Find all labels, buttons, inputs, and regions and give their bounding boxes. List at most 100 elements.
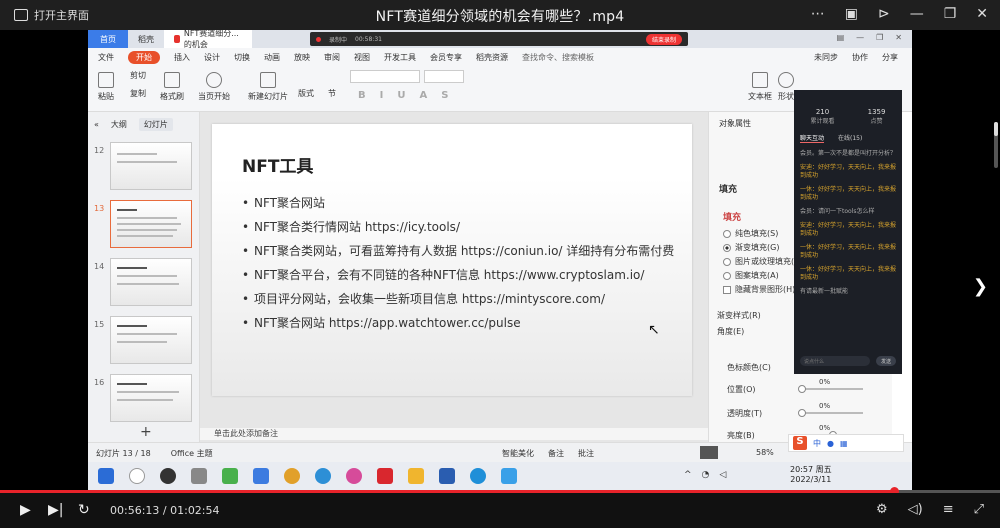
app-icon[interactable]: [253, 468, 269, 484]
underline-icon[interactable]: U: [397, 90, 405, 101]
share-button[interactable]: 分享: [882, 52, 898, 63]
fill-option-picture[interactable]: 图片或纹理填充(P): [723, 256, 802, 267]
section-button[interactable]: 节: [328, 88, 336, 99]
maximize-icon[interactable]: ❐: [944, 6, 957, 22]
slideshow-play-button[interactable]: [700, 446, 718, 459]
menu-design[interactable]: 设计: [204, 52, 220, 63]
windows-start-icon[interactable]: [98, 468, 114, 484]
app-icon[interactable]: [346, 468, 362, 484]
layout-button[interactable]: 版式: [298, 88, 314, 99]
menu-developer[interactable]: 开发工具: [384, 52, 416, 63]
tab-docer[interactable]: 稻壳: [128, 30, 164, 48]
menu-view[interactable]: 视图: [354, 52, 370, 63]
chrome-icon[interactable]: [284, 468, 300, 484]
volume-icon[interactable]: ◁): [908, 502, 923, 517]
add-slide-icon[interactable]: +: [140, 424, 152, 440]
collapse-icon[interactable]: «: [94, 120, 99, 129]
chat-input[interactable]: 说点什么: [800, 356, 870, 366]
notes-area[interactable]: 单击此处添加备注: [200, 428, 708, 440]
tab-chat[interactable]: 聊天互动: [800, 133, 825, 143]
folder-icon[interactable]: [408, 468, 424, 484]
format-painter-button[interactable]: 格式刷: [160, 72, 184, 102]
ime-mode[interactable]: 中: [813, 438, 821, 449]
chevron-right-icon[interactable]: ❯: [973, 276, 988, 297]
new-slide-button[interactable]: 新建幻灯片: [248, 72, 288, 102]
slide-thumbnail[interactable]: 12: [94, 142, 194, 192]
font-color-icon[interactable]: A: [419, 90, 427, 101]
copy-button[interactable]: 复制: [130, 88, 146, 99]
hide-background-checkbox[interactable]: 隐藏背景图形(H): [723, 284, 795, 295]
tab-document[interactable]: NFT赛道细分...的机会: [164, 30, 252, 49]
menu-slideshow[interactable]: 放映: [294, 52, 310, 63]
restore-icon[interactable]: ❐: [876, 33, 883, 42]
app-icon[interactable]: [439, 468, 455, 484]
slide-bullet-list[interactable]: NFT聚合网站 NFT聚合类行情网站 https://icy.tools/ NF…: [242, 194, 682, 338]
settings-icon[interactable]: ⚙: [876, 502, 888, 517]
notes-toggle-button[interactable]: 备注: [548, 448, 564, 459]
pin-icon[interactable]: ⊳: [878, 6, 890, 22]
keyboard-icon[interactable]: ▦: [840, 439, 848, 448]
video-frame[interactable]: 首页 稻壳 NFT赛道细分...的机会 录制中 00:58:31 结束录制 ▤ …: [88, 30, 912, 490]
current-slide[interactable]: NFT工具 NFT聚合网站 NFT聚合类行情网站 https://icy.too…: [212, 124, 692, 396]
font-size-select[interactable]: [424, 70, 464, 83]
playlist-icon[interactable]: ≡: [943, 502, 954, 517]
menu-insert[interactable]: 插入: [174, 52, 190, 63]
strikethrough-icon[interactable]: S: [441, 90, 448, 101]
app-icon[interactable]: [470, 468, 486, 484]
collaborate-button[interactable]: 协作: [852, 52, 868, 63]
menu-file[interactable]: 文件: [98, 52, 114, 63]
taskbar-clock[interactable]: 20:57 周五 2022/3/11: [790, 465, 832, 485]
app-icon[interactable]: [501, 468, 517, 484]
send-button[interactable]: 发送: [876, 356, 896, 366]
tab-slides[interactable]: 幻灯片: [138, 118, 173, 131]
transparency-slider[interactable]: [798, 409, 863, 417]
end-recording-button[interactable]: 结束录制: [645, 33, 682, 45]
menu-transition[interactable]: 切换: [234, 52, 250, 63]
network-icon[interactable]: ◔: [702, 470, 710, 480]
app-icon[interactable]: [222, 468, 238, 484]
smart-beautify-button[interactable]: 智能美化: [502, 448, 534, 459]
paste-button[interactable]: 粘贴: [98, 72, 114, 102]
microphone-icon[interactable]: ●: [827, 439, 834, 448]
cortana-icon[interactable]: [160, 468, 176, 484]
ime-toolbar[interactable]: S 中 ● ▦: [788, 434, 904, 452]
close-icon[interactable]: ✕: [976, 6, 988, 22]
task-view-icon[interactable]: [191, 468, 207, 484]
loop-icon[interactable]: ↻: [78, 502, 90, 518]
slide-canvas[interactable]: NFT工具 NFT聚合网站 NFT聚合类行情网站 https://icy.too…: [200, 112, 708, 442]
picture-in-picture-icon[interactable]: ▣: [845, 6, 858, 22]
play-icon[interactable]: ▶: [20, 502, 31, 518]
slide-thumbnail[interactable]: 15: [94, 316, 194, 366]
tab-home[interactable]: 首页: [88, 30, 128, 48]
menu-member[interactable]: 会员专享: [430, 52, 462, 63]
fill-option-pattern[interactable]: 图案填充(A): [723, 270, 779, 281]
fill-option-solid[interactable]: 纯色填充(S): [723, 228, 778, 239]
slide-thumbnail[interactable]: 16: [94, 374, 194, 424]
comments-toggle-button[interactable]: 批注: [578, 448, 594, 459]
volume-icon[interactable]: ◁: [719, 470, 726, 480]
bold-icon[interactable]: B: [358, 90, 366, 101]
slide-title[interactable]: NFT工具: [242, 152, 313, 177]
position-slider[interactable]: [798, 385, 863, 393]
text-box-button[interactable]: 文本框: [748, 72, 772, 102]
menu-animation[interactable]: 动画: [264, 52, 280, 63]
fullscreen-icon[interactable]: ⤢: [974, 502, 984, 517]
sync-status[interactable]: 未同步: [814, 52, 838, 63]
cut-button[interactable]: 剪切: [130, 70, 146, 81]
minimize-icon[interactable]: —: [856, 33, 864, 42]
tab-outline[interactable]: 大纲: [111, 119, 127, 130]
menu-start[interactable]: 开始: [128, 50, 160, 64]
italic-icon[interactable]: I: [380, 90, 384, 101]
zoom-level[interactable]: 58%: [756, 448, 774, 457]
command-search[interactable]: 查找命令、搜索模板: [522, 52, 594, 63]
slide-thumbnail[interactable]: 14: [94, 258, 194, 308]
shape-button[interactable]: 形状: [778, 72, 794, 102]
slide-thumbnail-selected[interactable]: 13: [94, 200, 194, 250]
search-icon[interactable]: [129, 468, 145, 484]
tab-online[interactable]: 在线(15): [838, 133, 862, 143]
chevron-up-icon[interactable]: ^: [684, 470, 692, 480]
layout-icon[interactable]: ▤: [837, 33, 845, 42]
menu-review[interactable]: 审阅: [324, 52, 340, 63]
fill-tab[interactable]: 填充: [719, 182, 737, 195]
minimize-icon[interactable]: —: [910, 6, 924, 22]
